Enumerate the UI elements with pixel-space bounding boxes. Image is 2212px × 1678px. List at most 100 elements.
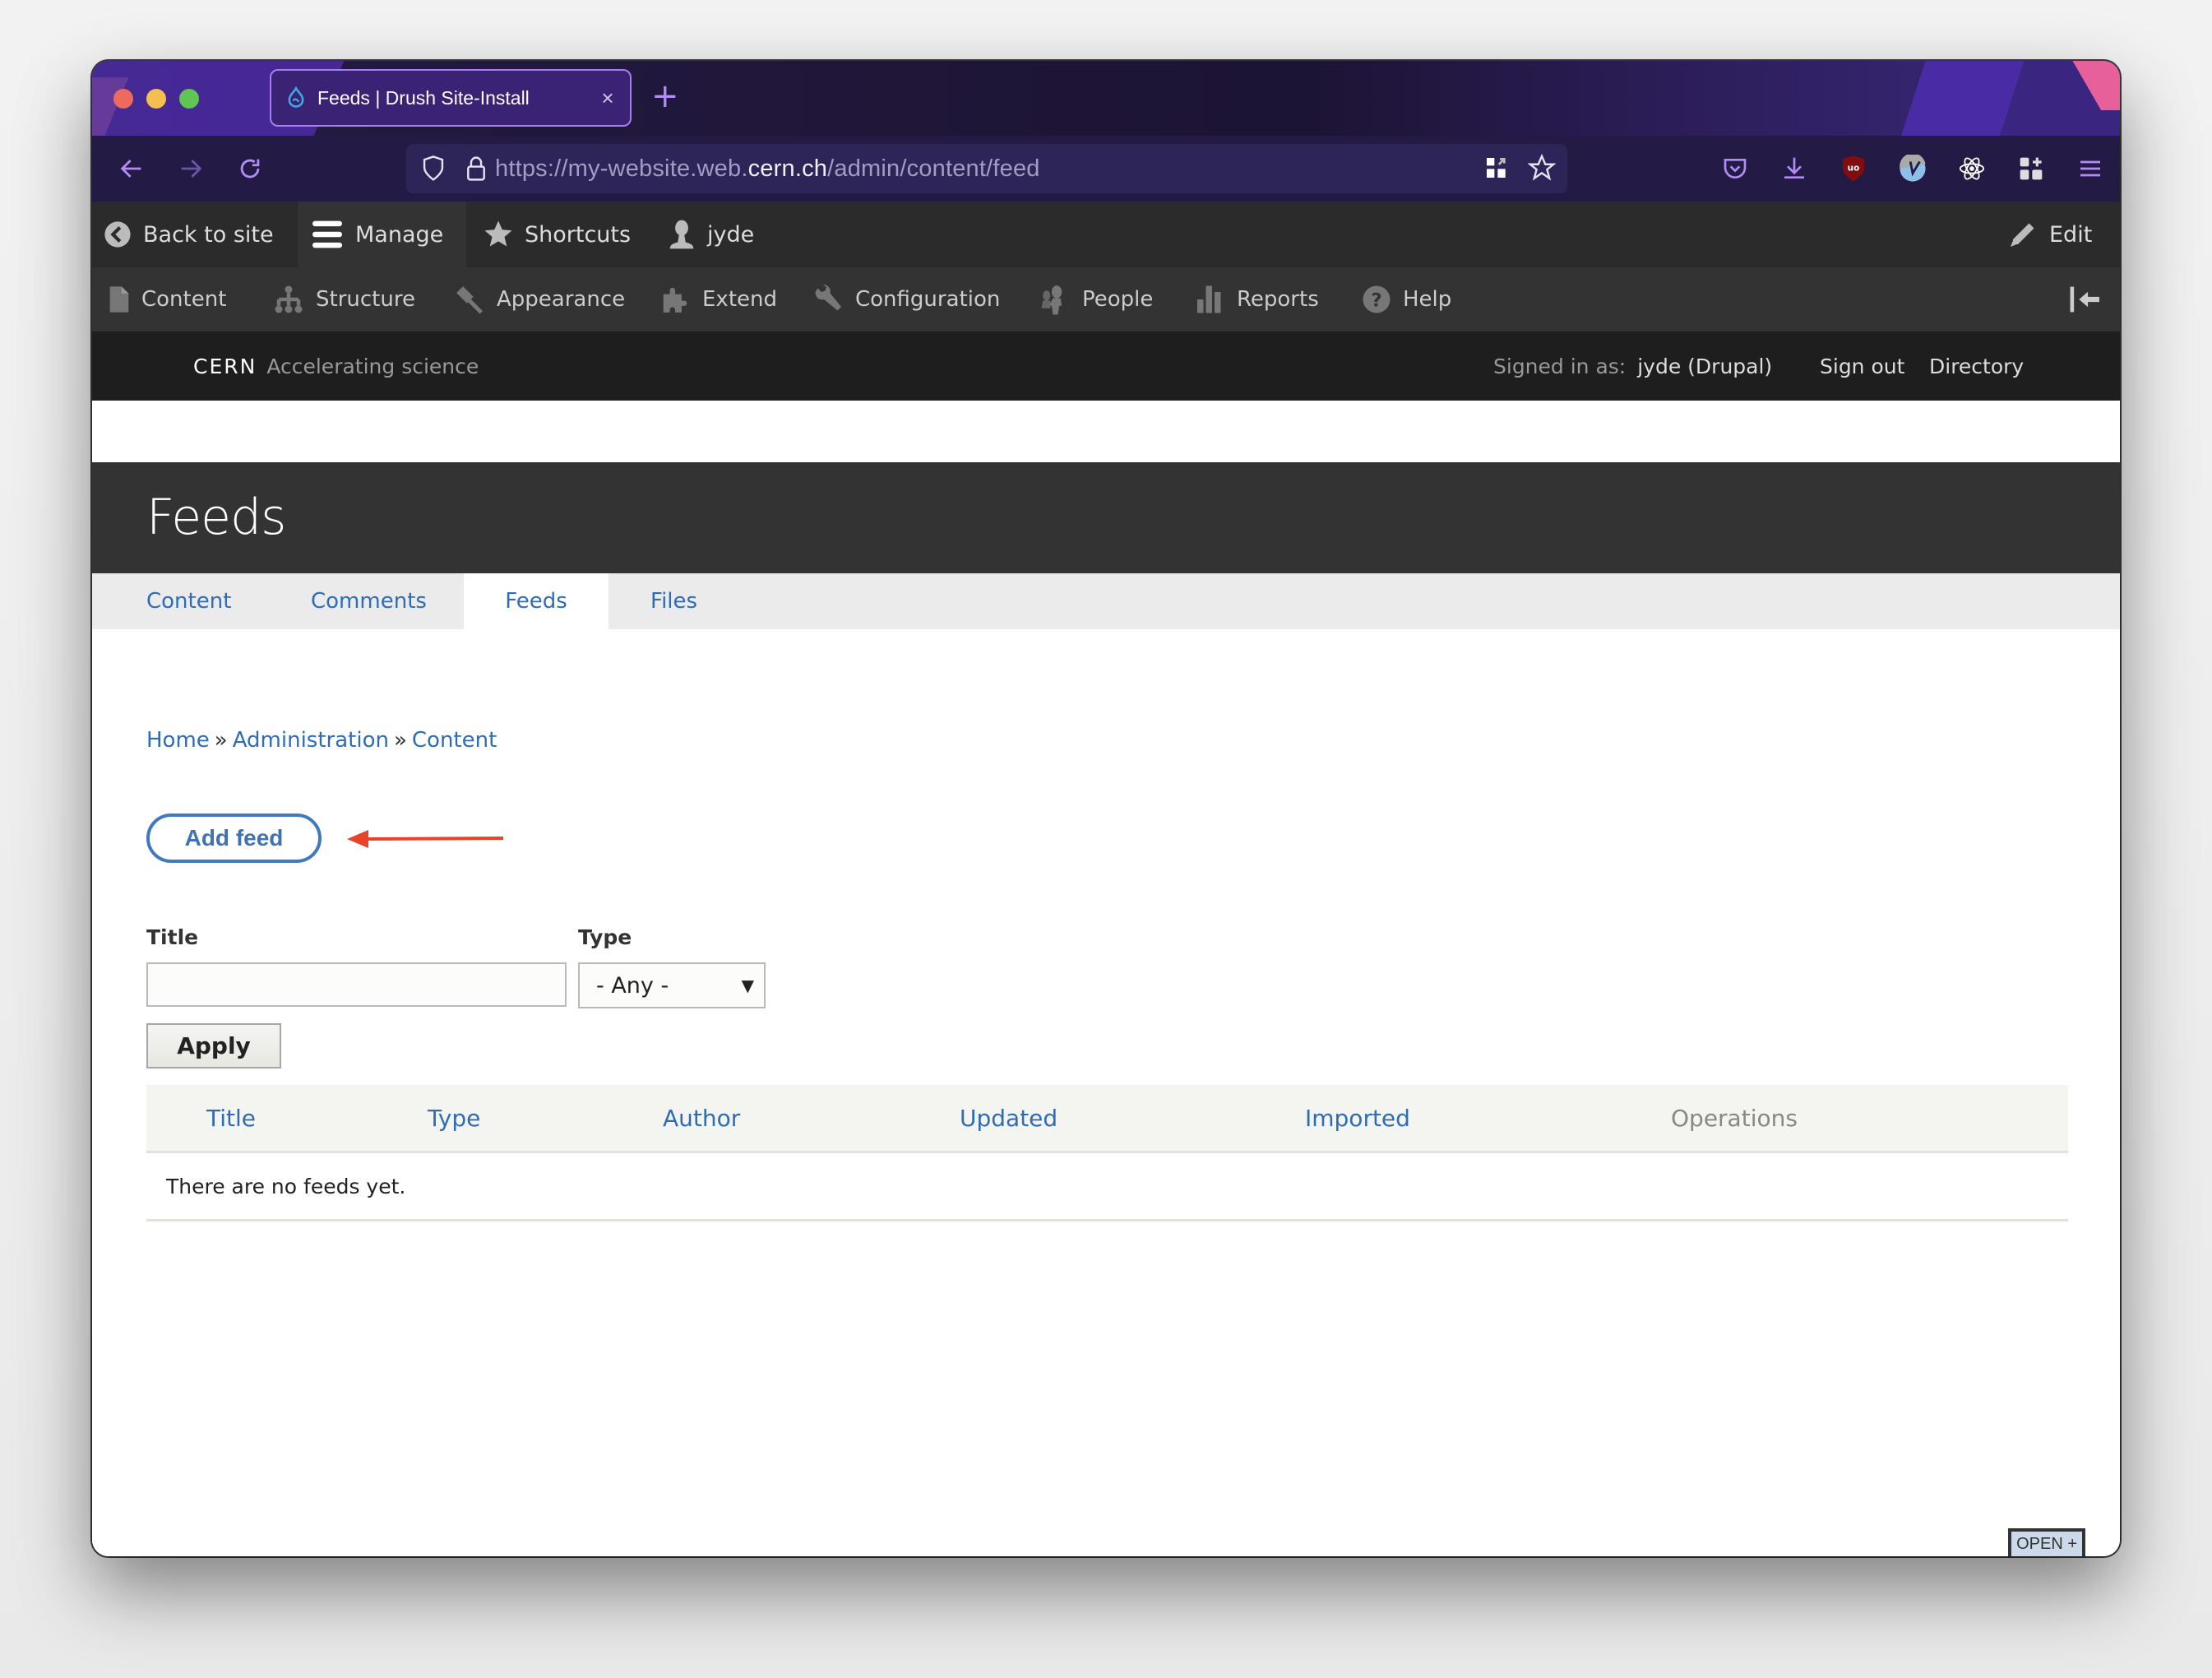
people-icon bbox=[1041, 285, 1062, 315]
bar-chart-icon bbox=[1197, 285, 1221, 313]
menu-label: Structure bbox=[316, 287, 415, 312]
menu-item-extend[interactable]: Extend bbox=[659, 267, 777, 331]
minimize-window-button[interactable] bbox=[146, 89, 166, 109]
ublock-icon: uo bbox=[1842, 155, 1865, 182]
column-updated[interactable]: Updated bbox=[960, 1085, 1057, 1151]
tab-comments[interactable]: Comments bbox=[311, 573, 427, 629]
type-filter-select[interactable]: - Any - ▼ bbox=[578, 962, 766, 1008]
tab-content[interactable]: Content bbox=[146, 573, 231, 629]
menu-label: Configuration bbox=[855, 287, 1001, 312]
directory-link[interactable]: Directory bbox=[1929, 331, 2024, 401]
shortcuts-tab[interactable]: Shortcuts bbox=[484, 202, 631, 267]
bookmark-star-icon[interactable] bbox=[1528, 154, 1556, 182]
breadcrumb-administration[interactable]: Administration bbox=[233, 728, 389, 753]
table-header: Title Type Author Updated Imported Opera… bbox=[146, 1085, 2068, 1153]
toolbar-orientation-toggle[interactable] bbox=[2069, 267, 2113, 331]
arrow-right-icon bbox=[181, 160, 202, 178]
page-header: Feeds bbox=[92, 462, 2120, 573]
vimium-button[interactable] bbox=[1883, 151, 1942, 187]
menu-item-appearance[interactable]: Appearance bbox=[454, 267, 625, 331]
close-tab-icon[interactable]: × bbox=[595, 86, 620, 111]
arrow-left-icon bbox=[120, 160, 141, 178]
app-menu-button[interactable] bbox=[2061, 151, 2120, 187]
admin-menu: Content Structure Appearance Extend Conf… bbox=[92, 267, 2120, 331]
annotation-arrow-icon bbox=[347, 830, 503, 848]
svg-text:uo: uo bbox=[1848, 164, 1860, 174]
signed-in-user: jyde (Drupal) bbox=[1637, 354, 1773, 378]
open-plus-button[interactable]: OPEN + bbox=[2008, 1528, 2085, 1556]
drupal-drop-icon bbox=[288, 86, 304, 108]
back-button[interactable] bbox=[113, 151, 150, 187]
pocket-button[interactable] bbox=[1705, 151, 1765, 187]
breadcrumb-separator: » bbox=[393, 728, 407, 753]
breadcrumb-content[interactable]: Content bbox=[412, 728, 497, 753]
qr-code-icon[interactable] bbox=[1483, 154, 1510, 182]
signed-in-label: Signed in as: bbox=[1493, 354, 1627, 378]
table-row: There are no feeds yet. bbox=[146, 1153, 2068, 1221]
menu-item-reports[interactable]: Reports bbox=[1194, 267, 1319, 331]
menu-item-help[interactable]: ? Help bbox=[1362, 267, 1451, 331]
svg-text:?: ? bbox=[1371, 290, 1381, 311]
react-devtools-button[interactable] bbox=[1942, 151, 2001, 187]
extensions-icon bbox=[2020, 157, 2043, 180]
vimium-icon bbox=[1900, 155, 1926, 182]
breadcrumb-separator: » bbox=[214, 728, 228, 753]
navigation-bar: https://my-website.web.cern.ch/admin/con… bbox=[92, 136, 2120, 203]
menu-label: Help bbox=[1403, 287, 1452, 312]
address-bar[interactable]: https://my-website.web.cern.ch/admin/con… bbox=[406, 144, 1567, 193]
reload-icon bbox=[240, 159, 260, 178]
file-icon bbox=[109, 286, 129, 313]
cern-header: CERN Accelerating science Signed in as: … bbox=[92, 331, 2120, 401]
feeds-table: Title Type Author Updated Imported Opera… bbox=[146, 1085, 2068, 1221]
browser-window: Feeds | Drush Site-Install × + https://m… bbox=[92, 61, 2120, 1556]
spacer bbox=[92, 401, 2120, 462]
forward-button[interactable] bbox=[173, 151, 209, 187]
add-feed-button[interactable]: Add feed bbox=[146, 814, 322, 863]
manage-label: Manage bbox=[355, 221, 444, 248]
column-operations: Operations bbox=[1671, 1104, 1798, 1132]
column-author[interactable]: Author bbox=[663, 1085, 740, 1151]
admin-toolbar: Back to site Manage Shortcuts jyde Edit bbox=[92, 202, 2120, 267]
column-title[interactable]: Title bbox=[206, 1085, 256, 1151]
chevron-down-icon: ▼ bbox=[741, 976, 754, 995]
reload-button[interactable] bbox=[232, 151, 268, 187]
user-tab[interactable]: jyde bbox=[668, 202, 754, 267]
hamburger-icon bbox=[312, 220, 342, 248]
menu-item-people[interactable]: People bbox=[1038, 267, 1153, 331]
back-to-site-label: Back to site bbox=[143, 221, 274, 248]
tab-files[interactable]: Files bbox=[650, 573, 697, 629]
breadcrumb-home[interactable]: Home bbox=[146, 728, 210, 753]
new-tab-button[interactable]: + bbox=[651, 76, 679, 117]
tab-feeds[interactable]: Feeds bbox=[464, 573, 609, 629]
sign-out-link[interactable]: Sign out bbox=[1820, 331, 1904, 401]
close-window-button[interactable] bbox=[113, 89, 133, 109]
column-imported[interactable]: Imported bbox=[1305, 1085, 1410, 1151]
menu-item-structure[interactable]: Structure bbox=[273, 267, 415, 331]
primary-tabs: Content Comments Feeds Files bbox=[92, 573, 2120, 629]
manage-tab[interactable]: Manage bbox=[298, 202, 466, 267]
edit-label: Edit bbox=[2049, 221, 2093, 248]
react-devtools-icon bbox=[1959, 157, 1985, 180]
cern-brand[interactable]: CERN Accelerating science bbox=[193, 331, 479, 401]
downloads-button[interactable] bbox=[1765, 151, 1824, 187]
apply-button[interactable]: Apply bbox=[146, 1023, 281, 1068]
menu-label: Content bbox=[141, 287, 227, 312]
signed-in-info: Signed in as: jyde (Drupal) bbox=[1493, 331, 1772, 401]
chevron-left-circle-icon bbox=[104, 221, 131, 248]
edit-button[interactable]: Edit bbox=[2008, 202, 2092, 267]
wrench-icon bbox=[815, 285, 841, 311]
menu-item-configuration[interactable]: Configuration bbox=[814, 267, 1000, 331]
column-type[interactable]: Type bbox=[428, 1085, 480, 1151]
hamburger-menu-icon bbox=[2080, 160, 2100, 177]
collapse-left-icon bbox=[2070, 286, 2099, 313]
title-filter-input[interactable] bbox=[146, 962, 567, 1007]
back-to-site-link[interactable]: Back to site bbox=[104, 202, 274, 267]
menu-item-content[interactable]: Content bbox=[109, 267, 226, 331]
browser-tab-feeds[interactable]: Feeds | Drush Site-Install × bbox=[270, 69, 632, 127]
extensions-button[interactable] bbox=[2001, 151, 2061, 187]
pencil-icon bbox=[2011, 223, 2034, 247]
pocket-icon bbox=[1724, 159, 1747, 178]
zoom-window-button[interactable] bbox=[179, 89, 199, 109]
ublock-button[interactable]: uo bbox=[1824, 151, 1883, 187]
paintbrush-icon bbox=[456, 286, 483, 314]
